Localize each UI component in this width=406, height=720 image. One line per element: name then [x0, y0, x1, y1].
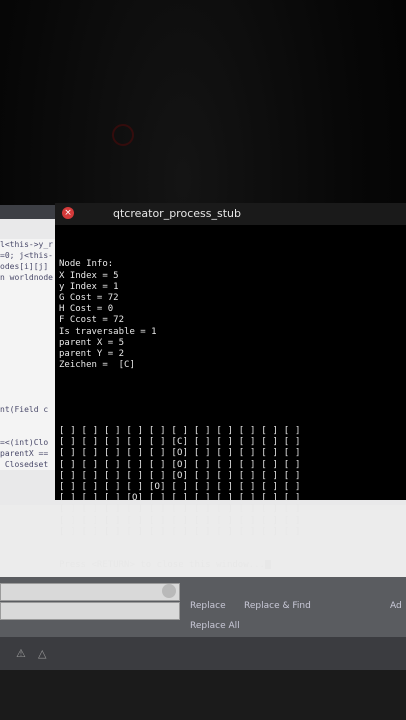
node-info-block: Node Info: X Index = 5y Index = 1G Cost =…: [59, 259, 404, 371]
code-line: nt(Field c: [0, 405, 49, 414]
monitor-led-reflection: [112, 124, 134, 146]
node-info-line: Is traversable = 1: [59, 326, 157, 337]
warning-icon[interactable]: ⚠: [16, 647, 26, 660]
terminal-window[interactable]: × qtcreator_process_stub Node Info: X Ind…: [55, 203, 406, 570]
grid-row: [ ] [ ] [ ] [ ] [ ] [ ] [ ] [ ] [ ] [ ] …: [59, 515, 301, 526]
node-info-line: Zeichen = [C]: [59, 360, 135, 371]
code-editor[interactable]: l<this->y_r =0; j<this-odes[i][j] n worldn…: [0, 239, 60, 470]
node-info-line: parent X = 5: [59, 337, 125, 348]
terminal-output: Node Info: X Index = 5y Index = 1G Cost =…: [59, 237, 404, 594]
node-info-line: parent Y = 2: [59, 348, 125, 359]
advanced-button[interactable]: Ad: [390, 601, 402, 611]
code-line: =0; j<this-: [0, 251, 53, 260]
replace-button[interactable]: Replace: [190, 601, 226, 611]
close-icon[interactable]: ×: [62, 207, 74, 219]
triangle-icon[interactable]: △: [38, 647, 46, 660]
node-info-line: Node Info:: [59, 259, 114, 270]
node-info-line: y Index = 1: [59, 281, 119, 292]
grid-map: [ ] [ ] [ ] [ ] [ ] [ ] [ ] [ ] [ ] [ ] …: [59, 426, 404, 538]
replace-and-find-button[interactable]: Replace & Find: [244, 601, 311, 611]
grid-row: [ ] [ ] [ ] [ ] [ ] [O] [ ] [ ] [ ] [ ] …: [59, 448, 301, 459]
code-line: n worldnode: [0, 273, 53, 282]
code-line: Closedset: [0, 460, 49, 469]
grid-row: [ ] [ ] [ ] [ ] [O] [ ] [ ] [ ] [ ] [ ] …: [59, 482, 301, 493]
text-cursor: [264, 560, 271, 570]
code-line: parentX ==: [0, 449, 49, 458]
node-info-line: H Cost = 0: [59, 304, 114, 315]
terminal-title-bar[interactable]: × qtcreator_process_stub: [55, 203, 406, 225]
node-info-line: X Index = 5: [59, 270, 119, 281]
grid-row: [ ] [ ] [ ] [ ] [ ] [C] [ ] [ ] [ ] [ ] …: [59, 437, 301, 448]
grid-row: [ ] [ ] [ ] [ ] [ ] [ ] [ ] [ ] [ ] [ ] …: [59, 426, 301, 437]
grid-row: [ ] [ ] [ ] [ ] [ ] [ ] [ ] [ ] [ ] [ ] …: [59, 526, 301, 537]
grid-row: [ ] [ ] [ ] [ ] [ ] [O] [ ] [ ] [ ] [ ] …: [59, 459, 301, 470]
monitor-bezel: [0, 670, 406, 720]
code-line: =<(int)Clo: [0, 438, 49, 447]
grid-row: [ ] [ ] [ ] [O] [ ] [ ] [ ] [ ] [ ] [ ] …: [59, 493, 301, 504]
ide-status-bar: ⚠ △: [0, 637, 406, 673]
node-info-line: F Ccost = 72: [59, 315, 125, 326]
replace-input[interactable]: [0, 602, 180, 620]
node-info-line: G Cost = 72: [59, 292, 119, 303]
ide-title-bar: [0, 205, 60, 219]
replace-all-button[interactable]: Replace All: [190, 621, 240, 631]
grid-row: [ ] [ ] [ ] [ ] [ ] [ ] [ ] [ ] [ ] [ ] …: [59, 504, 301, 515]
grid-row: [ ] [ ] [ ] [ ] [ ] [O] [ ] [ ] [ ] [ ] …: [59, 470, 301, 481]
code-line: l<this->y_r: [0, 240, 53, 249]
close-prompt: Press <RETURN> to close this window...: [59, 560, 404, 571]
terminal-title: qtcreator_process_stub: [113, 207, 241, 220]
code-line: odes[i][j]: [0, 262, 49, 271]
